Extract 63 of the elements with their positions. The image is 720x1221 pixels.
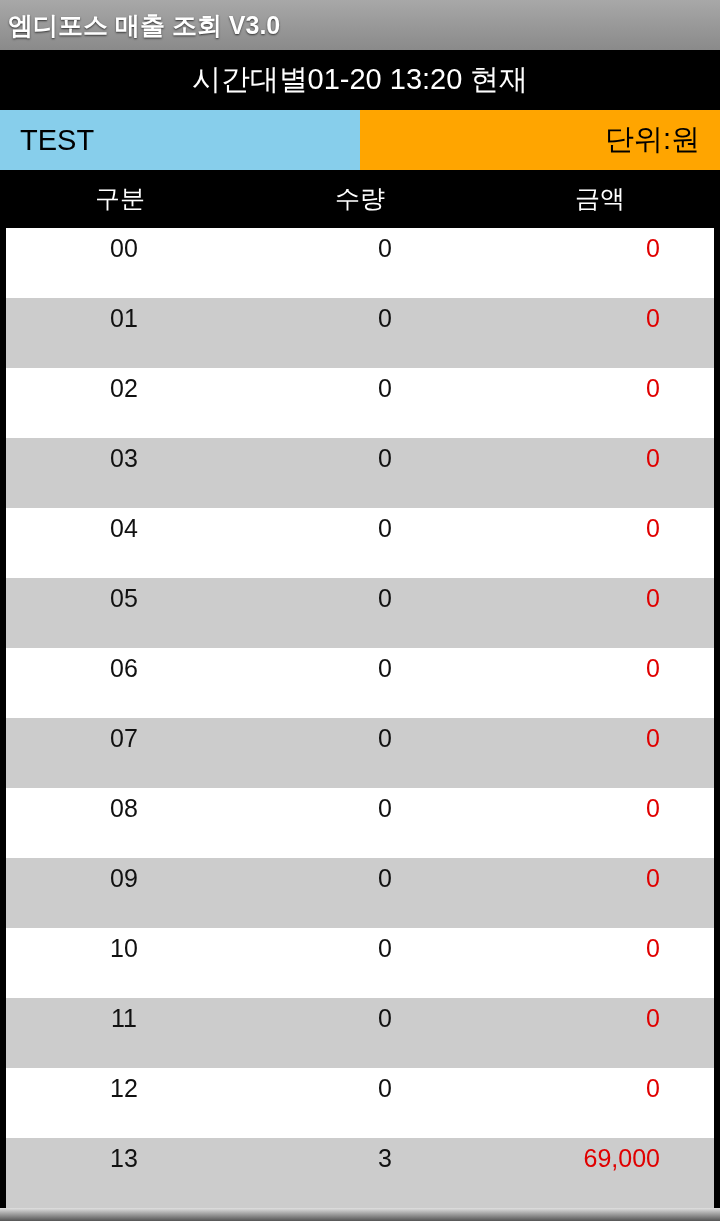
table-cell-text: 0 [378,234,392,264]
table-cell-text: 0 [378,514,392,544]
table-cell-text: 03 [110,444,138,474]
column-header: 수량 [335,183,385,214]
table-cell-text: 0 [646,514,660,544]
table-cell-text: 13 [110,1144,138,1174]
unit-label: 단위:원 [360,110,720,170]
table-cell-text: 0 [378,1074,392,1104]
column-header: 금액 [575,183,625,214]
table-row[interactable]: 06 0 0 [6,648,714,718]
table-cell-text: 0 [646,234,660,264]
table-cell-text: 0 [378,304,392,334]
table-cell-text: 0 [378,864,392,894]
store-label: TEST [0,110,360,170]
table-cell-text: 0 [646,304,660,334]
table-cell-text: 0 [646,444,660,474]
table-cell-text: 0 [378,654,392,684]
table-row[interactable]: 07 0 0 [6,718,714,788]
table-cell-text: 0 [646,934,660,964]
table-row[interactable]: 12 0 0 [6,1068,714,1138]
table-row[interactable]: 09 0 0 [6,858,714,928]
table-cell-text: 11 [111,1004,137,1034]
table-cell-text: 10 [110,934,138,964]
table-cell-text: 04 [110,514,138,544]
table-cell-text: 08 [110,794,138,824]
table-row[interactable]: 03 0 0 [6,438,714,508]
table-cell-text: 00 [110,234,138,264]
report-title: 시간대별01-20 13:20 현재 [191,62,529,97]
table-row[interactable]: 02 0 0 [6,368,714,438]
table-cell-text: 0 [646,584,660,614]
table-row[interactable]: 00 0 0 [6,228,714,298]
table-cell-text: 0 [378,584,392,614]
table-cell-text: 0 [378,934,392,964]
table-row[interactable]: 11 0 0 [6,998,714,1068]
table-row[interactable]: 01 0 0 [6,298,714,368]
table-cell-text: 0 [646,374,660,404]
table-cell-text: 0 [378,374,392,404]
table-cell-text: 0 [646,794,660,824]
window-title: 엠디포스 매출 조회 V3.0 [8,9,281,41]
table-cell-text: 01 [110,304,138,334]
table-cell-text: 0 [378,724,392,754]
table-cell-text: 0 [378,1004,392,1034]
table-row[interactable]: 05 0 0 [6,578,714,648]
table-row[interactable]: 08 0 0 [6,788,714,858]
table-cell-text: 0 [646,654,660,684]
table-cell-text: 12 [110,1074,138,1104]
table-cell-text: 0 [378,444,392,474]
table-cell-text: 0 [646,1004,660,1034]
table-cell-text: 06 [110,654,138,684]
table-cell-text: 0 [646,1074,660,1104]
table-row[interactable]: 13 3 69,000 [6,1138,714,1208]
table-row[interactable]: 04 0 0 [6,508,714,578]
table-cell-text: 02 [110,374,138,404]
table-cell-text: 05 [110,584,138,614]
table-cell-text: 07 [110,724,138,754]
table-cell-text: 0 [646,724,660,754]
table-row[interactable]: 10 0 0 [6,928,714,998]
table-cell-text: 0 [378,794,392,824]
table-cell-text: 09 [110,864,138,894]
column-header: 구분 [95,183,145,214]
table-cell-text: 3 [378,1144,392,1174]
table-cell-text: 0 [646,864,660,894]
table-cell-text: 69,000 [583,1144,660,1174]
